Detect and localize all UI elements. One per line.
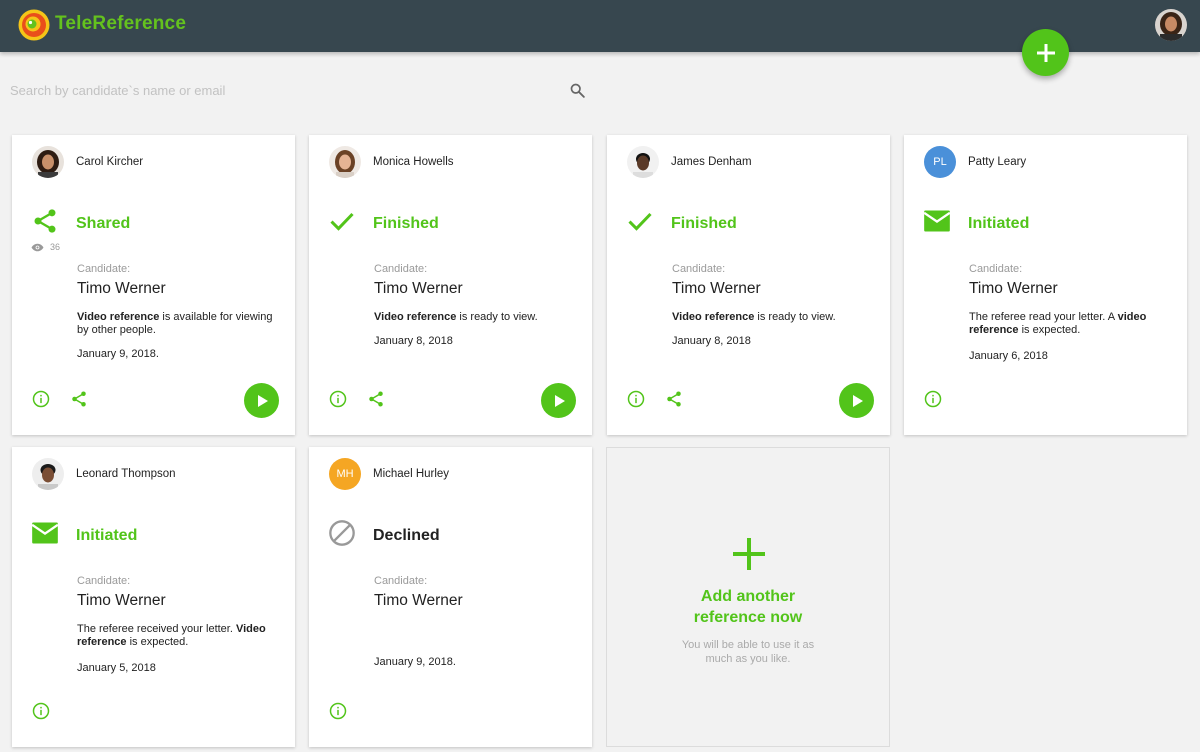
candidate-label: Candidate:	[672, 263, 726, 275]
candidate-label: Candidate:	[77, 575, 131, 587]
play-button[interactable]	[839, 383, 874, 418]
candidate-label: Candidate:	[374, 263, 428, 275]
user-avatar[interactable]	[1155, 9, 1187, 41]
info-icon[interactable]	[329, 702, 347, 720]
status-description: Video reference is ready to view.	[374, 311, 538, 323]
status-description: The referee received your letter. Video …	[77, 623, 266, 648]
info-icon[interactable]	[627, 390, 645, 408]
avatar	[627, 146, 659, 178]
status-label: Initiated	[76, 527, 138, 544]
mail-icon	[31, 522, 59, 544]
check-icon	[330, 212, 354, 231]
date: January 9, 2018.	[77, 348, 159, 360]
plus-icon	[1036, 43, 1055, 62]
view-count: 36	[31, 242, 60, 252]
avatar: MH	[329, 458, 361, 490]
info-icon[interactable]	[924, 390, 942, 408]
play-icon	[554, 394, 565, 407]
candidate-name: Timo Werner	[672, 280, 761, 297]
candidate-name: Timo Werner	[374, 592, 463, 609]
add-reference-title: Add another reference now	[693, 588, 803, 626]
candidate-label: Candidate:	[374, 575, 428, 587]
candidate-name: Timo Werner	[374, 280, 463, 297]
date: January 6, 2018	[969, 350, 1048, 362]
referee-name: Monica Howells	[373, 156, 454, 168]
avatar-initials: PL	[933, 156, 947, 168]
referee-name: James Denham	[671, 156, 752, 168]
share-icon	[34, 209, 56, 233]
play-button[interactable]	[244, 383, 279, 418]
reference-card[interactable]: Monica Howells Finished Candidate: Timo …	[309, 135, 592, 435]
candidate-name: Timo Werner	[77, 280, 166, 297]
candidate-label: Candidate:	[77, 263, 131, 275]
avatar	[329, 146, 361, 178]
status-description: Video reference is ready to view.	[672, 311, 836, 323]
referee-name: Michael Hurley	[373, 468, 450, 480]
play-button[interactable]	[541, 383, 576, 418]
share-icon[interactable]	[665, 390, 683, 408]
logo-icon	[18, 9, 50, 41]
search-icon[interactable]	[569, 82, 586, 99]
referee-name: Carol Kircher	[76, 156, 144, 168]
candidate-name: Timo Werner	[77, 592, 166, 609]
check-icon	[628, 212, 652, 231]
date: January 8, 2018	[672, 335, 751, 347]
brand-name[interactable]: TeleReference	[55, 13, 186, 35]
share-icon[interactable]	[367, 390, 385, 408]
avatar-initials: MH	[336, 468, 354, 480]
add-reference-fab[interactable]	[1022, 29, 1069, 76]
avatar	[32, 458, 64, 490]
info-icon[interactable]	[329, 390, 347, 408]
status-label: Initiated	[968, 215, 1030, 232]
status-label: Finished	[373, 215, 439, 232]
play-icon	[852, 394, 863, 407]
status-label: Finished	[671, 215, 737, 232]
reference-card[interactable]: MH Michael Hurley Declined Candidate: Ti…	[309, 447, 592, 747]
play-icon	[257, 394, 268, 407]
candidate-label: Candidate:	[969, 263, 1023, 275]
reference-card[interactable]: James Denham Finished Candidate: Timo We…	[607, 135, 890, 435]
referee-name: Leonard Thompson	[76, 468, 176, 480]
reference-card[interactable]: Leonard Thompson Initiated Candidate: Ti…	[12, 447, 295, 747]
top-bar: TeleReference	[0, 0, 1200, 52]
candidate-name: Timo Werner	[969, 280, 1058, 297]
eye-icon	[31, 243, 44, 251]
status-label: Shared	[76, 215, 131, 232]
reference-card[interactable]: Carol Kircher Shared 36 Candidate: Timo …	[12, 135, 295, 435]
block-icon	[329, 520, 355, 546]
avatar: PL	[924, 146, 956, 178]
status-description: Video reference is available for viewing…	[77, 311, 273, 336]
share-icon[interactable]	[70, 390, 88, 408]
date: January 9, 2018.	[374, 656, 456, 668]
search-input[interactable]	[10, 78, 570, 102]
reference-card[interactable]: PL Patty Leary Initiated Candidate: Timo…	[904, 135, 1187, 435]
date: January 5, 2018	[77, 662, 156, 674]
add-reference-subtitle: You will be able to use it as much as yo…	[681, 639, 815, 665]
mail-icon	[923, 210, 951, 232]
info-icon[interactable]	[32, 702, 50, 720]
referee-name: Patty Leary	[968, 156, 1027, 168]
info-icon[interactable]	[32, 390, 50, 408]
plus-icon	[733, 538, 765, 570]
avatar	[32, 146, 64, 178]
view-count-value: 36	[50, 242, 61, 252]
date: January 8, 2018	[374, 335, 453, 347]
status-description: The referee read your letter. A video re…	[969, 311, 1147, 336]
status-label: Declined	[373, 527, 440, 544]
add-reference-card[interactable]: Add another reference now You will be ab…	[606, 447, 890, 747]
